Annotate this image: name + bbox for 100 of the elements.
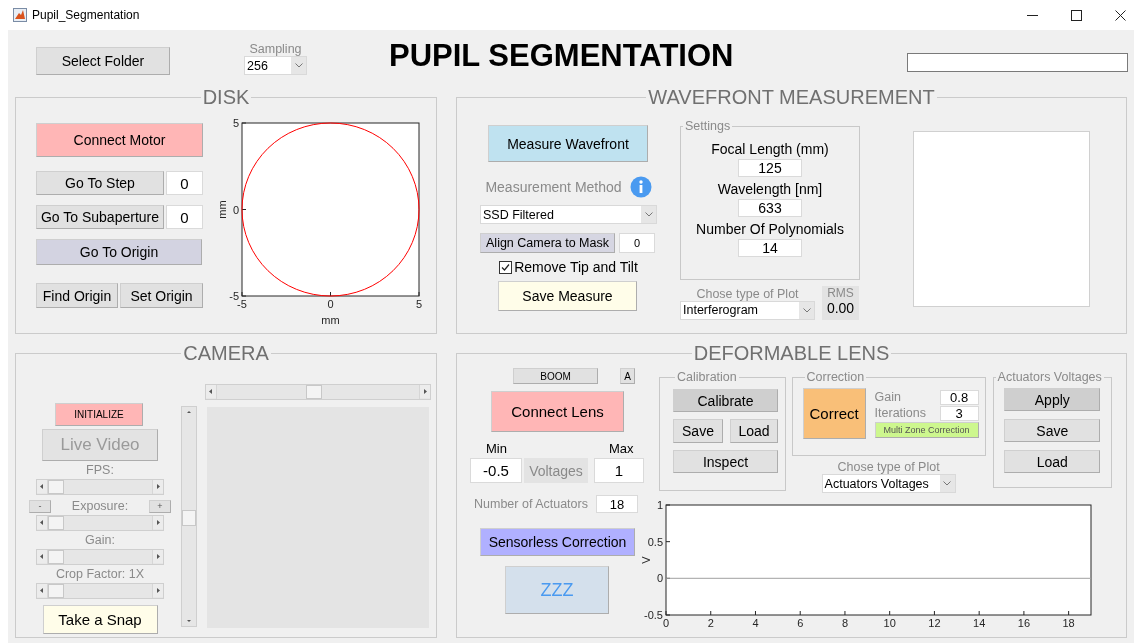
slider[interactable]	[205, 384, 431, 400]
setting-field[interactable]: 125	[738, 159, 802, 177]
save-button[interactable]: Save	[1004, 419, 1101, 442]
measure-wavefront-button[interactable]: Measure Wavefront	[488, 125, 648, 162]
tick-label: 2	[707, 617, 714, 629]
path-field[interactable]	[907, 53, 1128, 72]
load-button[interactable]: Load	[730, 419, 778, 443]
voltages-label: Voltages	[524, 458, 588, 483]
panel-title: WAVEFRONT MEASUREMENT	[647, 86, 936, 109]
boom-button[interactable]: BOOM	[513, 368, 598, 384]
slider-label: Crop Factor: 1X	[55, 567, 145, 581]
panel-title: DEFORMABLE LENS	[692, 342, 891, 365]
tick-label: 0.5	[647, 535, 663, 548]
slider[interactable]	[36, 549, 164, 565]
go-to-subaperture-button[interactable]: Go To Subaperture	[36, 205, 164, 229]
sampling-dropdown[interactable]: 256	[244, 56, 307, 75]
iterations-field[interactable]: 3	[939, 405, 979, 421]
slider[interactable]	[36, 479, 164, 495]
multi-zone-correction-button[interactable]: Multi Zone Correction	[874, 421, 979, 438]
gain-field[interactable]: 0.8	[939, 389, 979, 405]
connect-lens-button[interactable]: Connect Lens	[491, 391, 624, 432]
tick-label: -5	[229, 290, 239, 302]
slider-thumb[interactable]	[48, 550, 64, 564]
find-origin-button[interactable]: Find Origin	[36, 283, 118, 308]
setting-label: Wavelength [nm]	[717, 181, 823, 197]
slider[interactable]	[36, 515, 164, 531]
method-dropdown[interactable]: SSD Filtered	[480, 205, 657, 224]
take-snap-button[interactable]: Take a Snap	[42, 605, 158, 634]
align-camera-button[interactable]: Align Camera to Mask	[480, 233, 615, 253]
slider-thumb[interactable]	[48, 516, 64, 530]
inspect-button[interactable]: Inspect	[673, 450, 778, 473]
tick-label: 5	[415, 298, 423, 310]
initialize-button[interactable]: INITIALIZE	[55, 403, 143, 426]
app-title: PUPIL SEGMENTATION	[389, 38, 734, 74]
tick-label: 0	[232, 203, 239, 216]
caret-icon	[644, 212, 653, 217]
group-title: Actuators Voltages	[996, 370, 1103, 384]
go-to-step-button[interactable]: Go To Step	[36, 171, 164, 195]
axis-label: V	[640, 556, 652, 564]
window-title: Pupil_Segmentation	[32, 8, 140, 22]
sampling-label: Sampling	[249, 42, 302, 56]
tick-label: 4	[752, 617, 759, 629]
axis-label: mm	[216, 200, 228, 219]
plot-type-dropdown[interactable]: Interferogram	[680, 300, 815, 320]
subaperture-field[interactable]: 0	[166, 205, 203, 229]
select-folder-button[interactable]: Select Folder	[36, 47, 170, 75]
set-origin-button[interactable]: Set Origin	[120, 283, 203, 308]
slider[interactable]	[36, 583, 164, 599]
decrease-button[interactable]: -	[29, 499, 51, 513]
increase-button[interactable]: +	[149, 499, 171, 513]
connect-motor-button[interactable]: Connect Motor	[36, 123, 203, 157]
group-title: Settings	[684, 119, 732, 133]
slider-thumb[interactable]	[48, 584, 64, 598]
setting-label: Focal Length (mm)	[711, 141, 829, 157]
tick-label: 0	[662, 617, 670, 629]
checkbox[interactable]	[499, 260, 513, 274]
tick-label: 0	[656, 572, 663, 585]
rms-value: 0.00	[826, 300, 855, 316]
go-to-origin-button[interactable]: Go To Origin	[36, 239, 202, 265]
tick-label: 0	[327, 298, 334, 310]
maximize-icon[interactable]	[1071, 9, 1082, 21]
tick-label: 18	[1062, 617, 1075, 629]
slider-label: Gain:	[85, 533, 115, 547]
correct-button[interactable]: Correct	[802, 388, 866, 439]
tick-label: 14	[973, 617, 986, 629]
max-field[interactable]: 1	[594, 458, 644, 483]
info-icon[interactable]	[629, 176, 652, 198]
group-title: Correction	[805, 370, 866, 384]
a-button[interactable]: A	[620, 368, 635, 384]
plot-type-label: Chose type of Plot	[836, 460, 941, 474]
group-title: Calibration	[676, 370, 738, 384]
sensorless-correction-button[interactable]: Sensorless Correction	[480, 528, 635, 556]
tick-label: 12	[928, 617, 941, 629]
plot-type-dropdown[interactable]: Actuators Voltages	[821, 474, 956, 493]
setting-field[interactable]: 633	[738, 199, 802, 217]
save-measure-button[interactable]: Save Measure	[498, 281, 637, 311]
tick-label: 16	[1017, 617, 1030, 629]
checkbox-label[interactable]: Remove Tip and Tilt	[514, 259, 638, 275]
slider-thumb[interactable]	[306, 385, 323, 399]
actuators-field[interactable]: 18	[596, 495, 638, 513]
setting-field[interactable]: 14	[738, 239, 802, 257]
step-field[interactable]: 0	[166, 171, 203, 195]
apply-button[interactable]: Apply	[1004, 388, 1101, 411]
tick-label: 6	[797, 617, 804, 629]
caret-icon	[802, 307, 811, 313]
max-label: Max	[608, 440, 634, 456]
slider-thumb[interactable]	[48, 480, 64, 494]
gain-label: Gain	[874, 390, 901, 404]
tick-label: 10	[883, 617, 896, 629]
tick-label: 1	[656, 499, 663, 511]
save-button[interactable]: Save	[673, 419, 723, 443]
slider[interactable]	[181, 406, 197, 627]
actuators-label: Number of Actuators	[474, 497, 589, 511]
align-field[interactable]: 0	[619, 233, 655, 253]
slider-thumb[interactable]	[182, 509, 196, 526]
slider-label: Exposure:	[71, 499, 129, 513]
calibrate-button[interactable]: Calibrate	[673, 389, 778, 412]
load-button[interactable]: Load	[1004, 450, 1101, 473]
close-icon[interactable]	[1115, 9, 1126, 21]
min-field[interactable]: -0.5	[470, 458, 522, 483]
